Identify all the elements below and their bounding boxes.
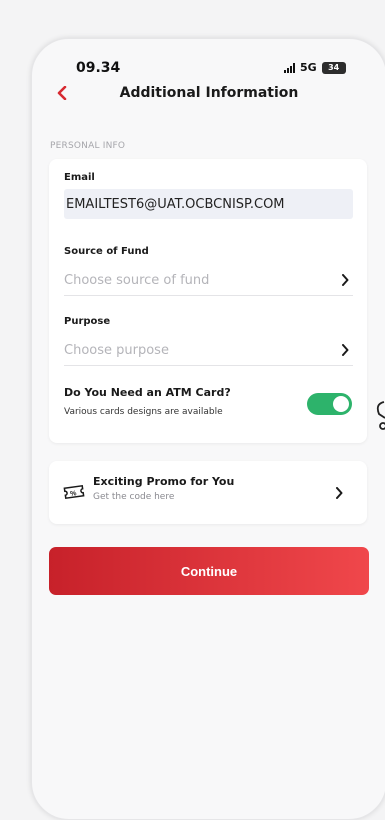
chevron-right-icon [337, 342, 353, 358]
atm-card-toggle[interactable] [307, 393, 352, 415]
chevron-right-icon [331, 485, 347, 501]
source-of-fund-label: Source of Fund [64, 246, 149, 257]
chevron-right-icon [337, 272, 353, 288]
source-of-fund-placeholder: Choose source of fund [64, 272, 210, 288]
voucher-icon: % [63, 484, 85, 500]
atm-card-title: Do You Need an ATM Card? [64, 386, 231, 399]
toggle-knob [333, 396, 349, 412]
email-label: Email [64, 172, 95, 183]
section-label-personal-info: PERSONAL INFO [50, 141, 126, 151]
network-label: 5G [300, 61, 317, 74]
atm-card-subtitle: Various cards designs are available [64, 407, 223, 417]
promo-subtitle: Get the code here [93, 492, 175, 502]
email-field[interactable]: EMAILTEST6@UAT.OCBCNISP.COM [64, 189, 353, 219]
status-icons: 5G 34 [284, 61, 346, 74]
personal-info-card: Email EMAILTEST6@UAT.OCBCNISP.COM Source… [49, 159, 367, 443]
email-value: EMAILTEST6@UAT.OCBCNISP.COM [66, 196, 285, 212]
continue-button[interactable]: Continue [49, 547, 369, 595]
battery-icon: 34 [321, 61, 346, 74]
promo-title: Exciting Promo for You [93, 475, 235, 488]
decorative-edge-shape [376, 401, 385, 430]
purpose-placeholder: Choose purpose [64, 342, 169, 358]
status-time: 09.34 [76, 60, 121, 76]
page-title: Additional Information [119, 85, 299, 101]
purpose-select[interactable]: Choose purpose [64, 335, 353, 366]
phone-frame: 09.34 5G 34 Additional Information PERSO… [31, 38, 385, 820]
source-of-fund-select[interactable]: Choose source of fund [64, 265, 353, 296]
purpose-label: Purpose [64, 316, 111, 327]
promo-card[interactable]: % Exciting Promo for You Get the code he… [49, 461, 367, 524]
svg-text:%: % [70, 490, 78, 498]
battery-level: 34 [328, 63, 340, 72]
signal-icon [284, 62, 295, 73]
